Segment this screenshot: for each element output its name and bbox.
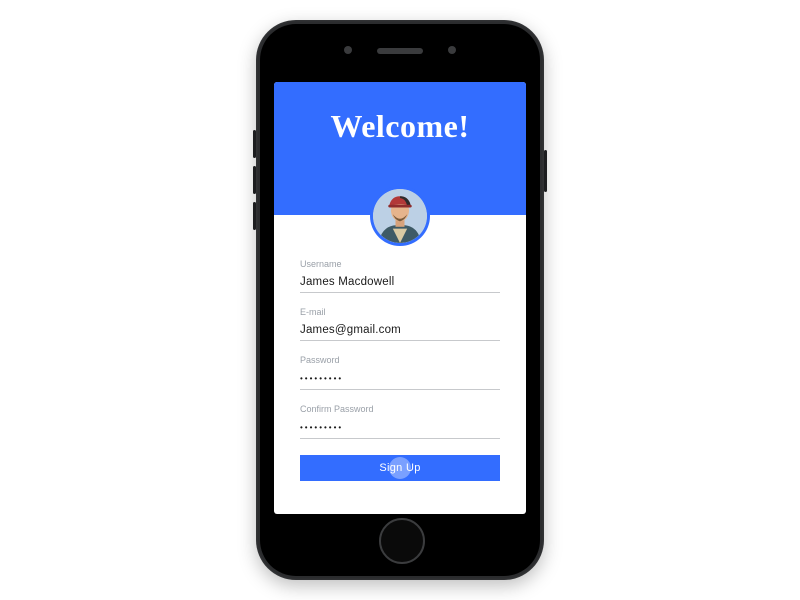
signup-button-label: Sign Up — [379, 462, 420, 474]
screen: Welcome! — [274, 82, 526, 514]
password-label: Password — [300, 355, 500, 365]
earpiece-icon — [377, 48, 423, 54]
home-button[interactable] — [379, 518, 425, 564]
phone-bezel: Welcome! — [260, 24, 540, 576]
phone-frame: Welcome! — [256, 20, 544, 580]
username-input[interactable] — [300, 276, 500, 293]
email-label: E-mail — [300, 307, 500, 317]
signup-form: Username E-mail Password Confirm Passwor… — [274, 215, 526, 481]
confirm-password-input[interactable] — [300, 423, 500, 439]
avatar[interactable] — [370, 186, 430, 246]
sensor-icon — [448, 46, 456, 54]
confirm-password-field-group: Confirm Password — [300, 404, 500, 439]
email-field-group: E-mail — [300, 307, 500, 341]
username-field-group: Username — [300, 259, 500, 293]
front-camera-icon — [344, 46, 352, 54]
password-field-group: Password — [300, 355, 500, 390]
username-label: Username — [300, 259, 500, 269]
signup-button[interactable]: Sign Up — [300, 455, 500, 481]
page-title: Welcome! — [274, 82, 526, 145]
password-input[interactable] — [300, 374, 500, 390]
confirm-password-label: Confirm Password — [300, 404, 500, 414]
avatar-image — [373, 189, 427, 243]
email-input[interactable] — [300, 324, 500, 341]
